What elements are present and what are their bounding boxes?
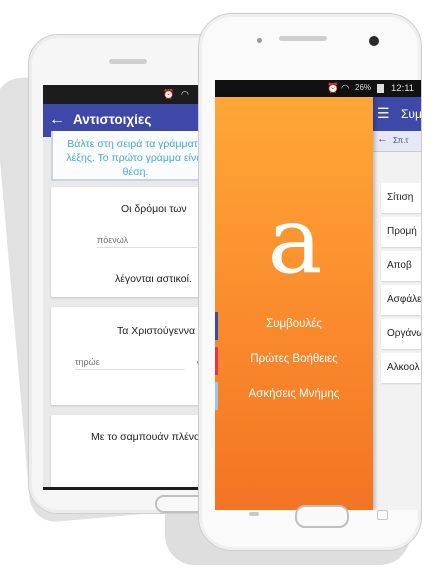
front-camera [369,36,379,46]
alarm-icon: ⏰ [327,83,339,94]
back-arrow-icon[interactable]: ← [49,110,65,130]
list-item[interactable]: Προμή [381,217,421,247]
sub-header-label: Σπ.τ [393,136,409,145]
exercise-text: λέγονται αστικοί. [115,273,192,285]
battery-icon [377,84,384,93]
exercise-text: Με το σαμπουάν πλένου [91,431,206,443]
instruction-text: Βάλτε στη σειρά τα γράμματα λέξης. Το πρ… [66,138,205,178]
list-item[interactable]: Αποβ [381,251,421,281]
list-item[interactable]: Αλκοολ [381,353,421,383]
back-key[interactable] [377,510,388,520]
alarm-icon: ⏰ [163,89,175,99]
signal-text: 26% [355,83,372,92]
home-button[interactable] [295,505,349,528]
sensor [257,38,262,43]
drawer-item-first-aid[interactable]: Πρώτες Βοήθειες [215,353,373,365]
exercise-text: Οι δρόμοι των [121,203,187,215]
status-bar: ⏰ ◠ 26% 12:11 [215,80,421,97]
list-item[interactable]: Σίτιση [381,183,421,213]
front-phone: ⏰ ◠ 26% 12:11 ☰ Συμ ← Σπ.τ Σίτιση Προμή … [198,13,422,551]
page-title: Αντιστοιχίες [73,112,152,127]
list-item[interactable]: Ασφάλε [381,285,421,315]
wifi-icon: ◠ [341,83,350,94]
speaker-grille [109,59,147,64]
exercise-card: Οι δρόμοι των λέγονται αστικοί. [51,187,219,297]
navigation-drawer: a Συμβουλές Πρώτες Βοήθειες Ασκήσεις Μνή… [215,97,373,510]
answer-input[interactable] [75,357,185,370]
app-logo: a [267,187,323,294]
instruction-card: Βάλτε στη σειρά τα γράμματα λέξης. Το πρ… [51,131,218,181]
back-arrow-icon[interactable]: ← [377,133,388,145]
exercise-card: Με το σαμπουάν πλένου [51,415,219,487]
front-phone-screen: ⏰ ◠ 26% 12:11 ☰ Συμ ← Σπ.τ Σίτιση Προμή … [215,80,421,510]
app-bar: ☰ Συμ [371,97,421,131]
answer-input[interactable] [97,235,197,248]
exercise-text: Τα Χριστούγεννα [117,325,196,337]
clock: 12:11 [391,83,415,94]
speaker-grille [279,36,327,41]
exercise-card: Τα Χριστούγεννα γ [51,307,219,405]
drawer-item-memory-exercises[interactable]: Ασκήσεις Μνήμης [215,388,373,400]
app-bar-title: Συμ [401,107,421,121]
list-item[interactable]: Οργάνω [381,319,421,349]
drawer-item-tips[interactable]: Συμβουλές [215,318,373,330]
menu-icon[interactable]: ☰ [377,105,390,122]
recent-apps-key[interactable] [249,512,259,516]
sub-header: ← Σπ.τ [371,131,421,152]
wifi-icon: ◠ [181,89,189,99]
